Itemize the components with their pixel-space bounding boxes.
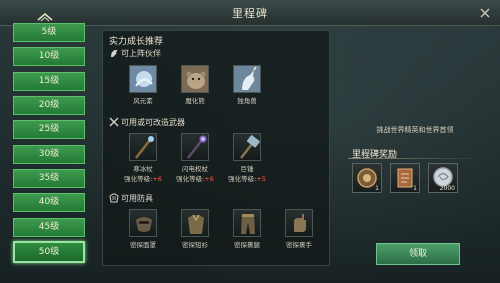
scroll-up-icon[interactable] bbox=[37, 12, 53, 22]
armor-item[interactable]: 密探裹腿 bbox=[227, 209, 267, 249]
item-name: 寒冰杖 bbox=[133, 165, 153, 173]
reward-count: 1 bbox=[375, 185, 379, 192]
reward-slot-medal[interactable]: 1 bbox=[352, 163, 382, 193]
level-button-30[interactable]: 30级 bbox=[13, 145, 85, 164]
unicorn-icon bbox=[233, 65, 261, 93]
level-label: 25级 bbox=[38, 124, 60, 134]
item-name: 魔化熊 bbox=[185, 97, 205, 105]
lightning-scepter-icon bbox=[181, 133, 209, 161]
spy-tunic-icon bbox=[181, 209, 209, 237]
level-button-40[interactable]: 40级 bbox=[13, 193, 85, 212]
armor-item[interactable]: 密探短衫 bbox=[175, 209, 215, 249]
reward-divider bbox=[348, 158, 488, 159]
window-title: 里程碑 bbox=[232, 7, 268, 20]
weapons-title: 可用或可改造武器 bbox=[121, 118, 185, 127]
level-button-50[interactable]: 50级 bbox=[13, 241, 85, 263]
level-button-10[interactable]: 10级 bbox=[13, 47, 85, 66]
spy-mask-icon bbox=[129, 209, 157, 237]
enhance-level: 强化等级:+5 bbox=[228, 175, 266, 183]
wind-elemental-icon bbox=[129, 65, 157, 93]
companion-item[interactable]: 独角兽 bbox=[227, 65, 267, 105]
item-name: 巨锤 bbox=[240, 165, 254, 173]
reward-count: 1 bbox=[413, 185, 417, 192]
recommend-heading: 实力成长推荐 bbox=[109, 37, 164, 47]
armor-item[interactable]: 密探面罩 bbox=[123, 209, 163, 249]
demon-bear-icon bbox=[181, 65, 209, 93]
level-label: 15级 bbox=[38, 76, 60, 86]
armor-item[interactable]: 密探裹手 bbox=[279, 209, 319, 249]
reward-count: 2000 bbox=[439, 185, 455, 192]
companions-title: 可上阵伙伴 bbox=[121, 49, 161, 58]
item-name: 闪电权杖 bbox=[182, 165, 208, 173]
level-label: 35级 bbox=[38, 173, 60, 183]
level-label: 10级 bbox=[38, 51, 60, 61]
level-label: 30级 bbox=[38, 149, 60, 159]
level-button-25[interactable]: 25级 bbox=[13, 120, 85, 139]
item-name: 独角兽 bbox=[237, 97, 257, 105]
level-label: 45级 bbox=[38, 222, 60, 232]
close-button[interactable] bbox=[476, 4, 494, 22]
companion-item[interactable]: 魔化熊 bbox=[175, 65, 215, 105]
spy-gloves-icon bbox=[285, 209, 313, 237]
spy-leggings-icon bbox=[233, 209, 261, 237]
ice-staff-icon bbox=[129, 133, 157, 161]
level-button-15[interactable]: 15级 bbox=[13, 72, 85, 91]
claim-button[interactable]: 领取 bbox=[376, 243, 460, 265]
armor-icon bbox=[109, 193, 119, 203]
item-name: 密探短衫 bbox=[182, 241, 208, 249]
weapon-item[interactable]: 巨锤 强化等级:+5 bbox=[227, 133, 267, 183]
level-button-45[interactable]: 45级 bbox=[13, 218, 85, 237]
level-button-35[interactable]: 35级 bbox=[13, 169, 85, 188]
companion-icon bbox=[111, 49, 118, 57]
weapon-item[interactable]: 闪电权杖 强化等级:+6 bbox=[175, 133, 215, 183]
armor-title: 可用防具 bbox=[121, 194, 153, 203]
item-name: 风元素 bbox=[133, 97, 153, 105]
companion-item[interactable]: 风元素 bbox=[123, 65, 163, 105]
reward-slot-book[interactable]: 1 bbox=[390, 163, 420, 193]
level-label: 20级 bbox=[38, 100, 60, 110]
level-label: 40级 bbox=[38, 197, 60, 207]
reward-slot-coin[interactable]: 2000 bbox=[428, 163, 458, 193]
weapon-item[interactable]: 寒冰杖 强化等级:+6 bbox=[123, 133, 163, 183]
enhance-level: 强化等级:+6 bbox=[176, 175, 214, 183]
close-icon bbox=[480, 8, 490, 18]
giant-hammer-icon bbox=[233, 133, 261, 161]
level-label: 50级 bbox=[38, 247, 60, 257]
milestone-description: 挑战世界精英和世界首领 bbox=[376, 126, 454, 134]
level-button-20[interactable]: 20级 bbox=[13, 96, 85, 115]
enhance-level: 强化等级:+6 bbox=[124, 175, 162, 183]
item-name: 密探面罩 bbox=[130, 241, 156, 249]
item-name: 密探裹腿 bbox=[234, 241, 260, 249]
item-name: 密探裹手 bbox=[286, 241, 312, 249]
crossed-swords-icon bbox=[109, 117, 119, 127]
level-label: 5级 bbox=[41, 27, 57, 37]
level-button-5[interactable]: 5级 bbox=[13, 23, 85, 42]
recommend-panel: 实力成长推荐 可上阵伙伴 风元素 魔化熊 独角兽 可用或可改造武器 寒冰杖 强化… bbox=[102, 30, 330, 266]
